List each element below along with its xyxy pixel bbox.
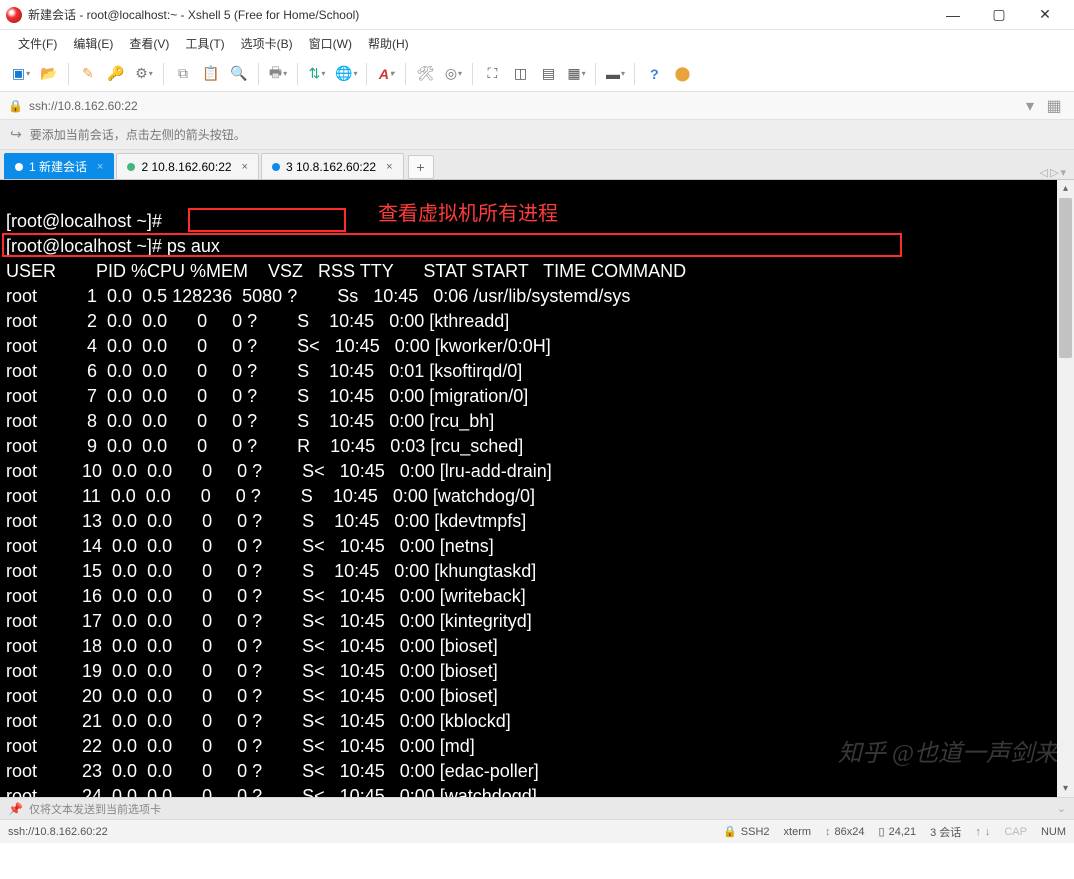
scroll-up-icon[interactable]: ▴ [1057, 180, 1074, 197]
menu-tabs[interactable]: 选项卡(B) [235, 33, 299, 54]
status-dot-icon [272, 163, 280, 171]
copy-button[interactable]: ⧉ [170, 61, 196, 87]
send-hint-dropdown[interactable]: ⌄ [1057, 802, 1066, 815]
status-dot-icon [15, 163, 23, 171]
panel-button[interactable]: ▦▾ [563, 61, 589, 87]
hint-text: 要添加当前会话，点击左侧的箭头按钮。 [30, 126, 246, 143]
edit-button[interactable]: ✎ [75, 61, 101, 87]
menu-help[interactable]: 帮助(H) [362, 33, 415, 54]
scroll-down-icon[interactable]: ▾ [1057, 780, 1074, 797]
print-button[interactable]: 🖶▾ [265, 61, 291, 87]
cursor-icon: ▯ [879, 825, 885, 838]
tab-2-label: 2 10.8.162.60:22 [141, 160, 231, 174]
terminal-prompt-2: [root@localhost ~]# ps aux [6, 236, 220, 256]
paste-button[interactable]: 📋 [198, 61, 224, 87]
tab-1-label: 1 新建会话 [29, 158, 87, 175]
lock-icon: 🔒 [8, 99, 23, 113]
log-button[interactable]: ▬▾ [602, 61, 628, 87]
find-button[interactable]: 🔍 [226, 61, 252, 87]
tab-add-button[interactable]: + [408, 155, 434, 179]
hint-arrow-icon[interactable]: ↪ [10, 126, 22, 143]
minimize-button[interactable]: — [930, 0, 976, 30]
menu-window[interactable]: 窗口(W) [303, 33, 358, 54]
terminal[interactable]: [root@localhost ~]# [root@localhost ~]# … [0, 180, 1074, 797]
hint-bar: ↪ 要添加当前会话，点击左侧的箭头按钮。 [0, 120, 1074, 150]
menubar: 文件(F) 编辑(E) 查看(V) 工具(T) 选项卡(B) 窗口(W) 帮助(… [0, 30, 1074, 56]
menu-edit[interactable]: 编辑(E) [67, 33, 119, 54]
terminal-prompt-1: [root@localhost ~]# [6, 211, 162, 231]
transfer-button[interactable]: ⇅▾ [304, 61, 330, 87]
help-button[interactable]: ? [641, 61, 667, 87]
terminal-output: root 1 0.0 0.5 128236 5080 ? Ss 10:45 0:… [6, 286, 630, 797]
tab-1[interactable]: 1 新建会话 × [4, 153, 114, 179]
web-button[interactable]: 🌐▾ [332, 61, 360, 87]
status-cap: CAP [1004, 826, 1027, 838]
toolbar: ▣▾ 📂 ✎ 🔑 ⚙▾ ⧉ 📋 🔍 🖶▾ ⇅▾ 🌐▾ A▾ 🛠 ◎▾ ⛶ ◫ ▤… [0, 56, 1074, 92]
new-session-button[interactable]: ▣▾ [8, 61, 34, 87]
terminal-header: USER PID %CPU %MEM VSZ RSS TTY STAT STAR… [6, 261, 686, 281]
status-term-type: xterm [784, 826, 812, 838]
tab-list-button[interactable]: ▾ [1060, 166, 1066, 179]
properties-button[interactable]: ⚙▾ [131, 61, 157, 87]
scroll-thumb[interactable] [1059, 198, 1072, 358]
close-button[interactable]: ✕ [1022, 0, 1068, 30]
status-num: NUM [1041, 826, 1066, 838]
open-button[interactable]: 📂 [36, 61, 62, 87]
lock-icon: 🔒 [723, 825, 737, 838]
script-button[interactable]: ◎▾ [440, 61, 466, 87]
address-url[interactable]: ssh://10.8.162.60:22 [29, 99, 1018, 113]
font-button[interactable]: A▾ [373, 61, 399, 87]
annotation-text: 查看虚拟机所有进程 [378, 202, 558, 227]
maximize-button[interactable]: ▢ [976, 0, 1022, 30]
sidebar-button[interactable]: ▤ [535, 61, 561, 87]
layout-button[interactable]: ◫ [507, 61, 533, 87]
tab-2[interactable]: 2 10.8.162.60:22 × [116, 153, 259, 179]
tab-3-label: 3 10.8.162.60:22 [286, 160, 376, 174]
annotation-box-1 [188, 208, 346, 232]
status-sessions: 3 会话 [930, 824, 961, 840]
about-button[interactable]: ⬤ [669, 61, 695, 87]
status-size: 86x24 [835, 826, 865, 838]
address-bar: 🔒 ssh://10.8.162.60:22 ▾ ▦ [0, 92, 1074, 120]
tab-scroll-right[interactable]: ▷ [1050, 166, 1058, 179]
pin-icon[interactable]: 📌 [8, 802, 23, 816]
fullscreen-button[interactable]: ⛶ [479, 61, 505, 87]
menu-tools[interactable]: 工具(T) [179, 33, 230, 54]
watermark: 知乎 @也道一声剑来 [838, 742, 1058, 767]
send-hint-text: 仅将文本发送到当前选项卡 [29, 801, 161, 817]
address-dropdown[interactable]: ▾ [1018, 96, 1042, 116]
tools-button[interactable]: 🛠 [412, 61, 438, 87]
tab-3[interactable]: 3 10.8.162.60:22 × [261, 153, 404, 179]
menu-view[interactable]: 查看(V) [123, 33, 175, 54]
resize-icon: ↕ [825, 826, 831, 838]
window-title: 新建会话 - root@localhost:~ - Xshell 5 (Free… [28, 6, 359, 23]
status-cursor: 24,21 [889, 826, 917, 838]
upload-icon: ↑ [975, 826, 981, 838]
tab-1-close[interactable]: × [97, 161, 103, 173]
status-dot-icon [127, 163, 135, 171]
address-go[interactable]: ▦ [1042, 96, 1066, 116]
send-hint-bar: 📌 仅将文本发送到当前选项卡 ⌄ [0, 797, 1074, 819]
tab-2-close[interactable]: × [242, 161, 248, 173]
titlebar: 新建会话 - root@localhost:~ - Xshell 5 (Free… [0, 0, 1074, 30]
status-protocol: SSH2 [741, 826, 770, 838]
terminal-scrollbar[interactable]: ▴ ▾ [1057, 180, 1074, 797]
status-connection: ssh://10.8.162.60:22 [8, 826, 108, 838]
status-bar: ssh://10.8.162.60:22 🔒SSH2 xterm ↕86x24 … [0, 819, 1074, 843]
app-icon [6, 7, 22, 23]
download-icon: ↓ [985, 826, 991, 838]
tab-scroll-left[interactable]: ◁ [1040, 166, 1048, 179]
tab-3-close[interactable]: × [386, 161, 392, 173]
tab-strip: 1 新建会话 × 2 10.8.162.60:22 × 3 10.8.162.6… [0, 150, 1074, 180]
menu-file[interactable]: 文件(F) [12, 33, 63, 54]
reconnect-button[interactable]: 🔑 [103, 61, 129, 87]
